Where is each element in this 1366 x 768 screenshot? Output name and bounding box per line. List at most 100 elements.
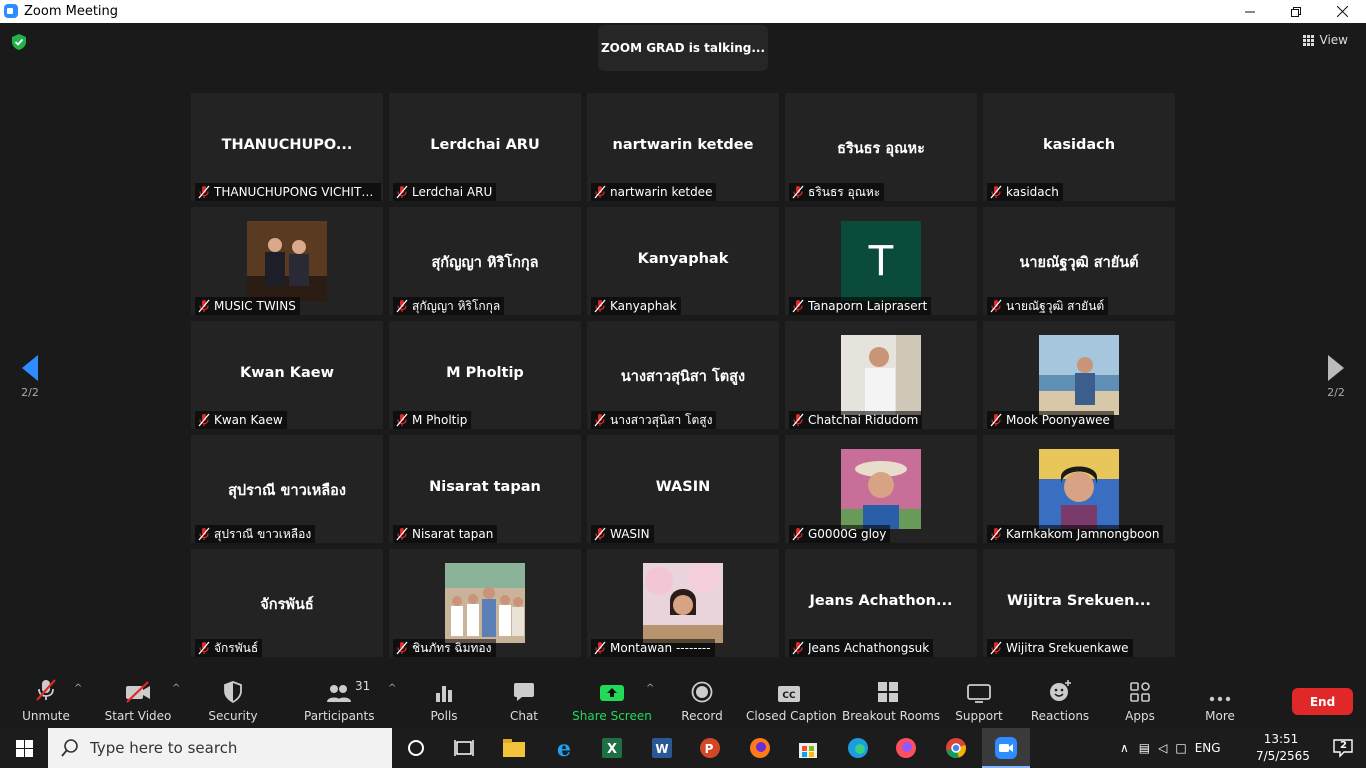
polls-button[interactable]: Polls: [418, 673, 470, 728]
participant-tile[interactable]: ชินภัทร ฉิมทอง: [389, 549, 581, 657]
end-meeting-button[interactable]: End: [1292, 688, 1353, 715]
participant-tile[interactable]: Mook Poonyawee: [983, 321, 1175, 429]
chat-button[interactable]: Chat: [498, 673, 550, 728]
file-explorer-icon[interactable]: [502, 736, 526, 760]
share-options-caret-icon[interactable]: ^: [646, 683, 654, 694]
participant-tile[interactable]: สุปราณี ขาวเหลือง สุปราณี ขาวเหลือง: [191, 435, 383, 543]
svg-text:X: X: [607, 742, 617, 757]
arrow-right-icon: [1328, 355, 1344, 381]
participant-tile[interactable]: Nisarat tapan Nisarat tapan: [389, 435, 581, 543]
cortana-icon[interactable]: [404, 736, 428, 760]
participant-display-name: Lerdchai ARU: [430, 137, 540, 153]
windows-logo-icon: [15, 739, 33, 757]
volume-icon[interactable]: ◁: [1158, 741, 1167, 755]
excel-icon[interactable]: X: [600, 736, 624, 760]
reactions-label: Reactions: [1030, 709, 1090, 723]
participant-tile[interactable]: T Tanaporn Laiprasert: [785, 207, 977, 315]
minimize-button[interactable]: [1227, 0, 1273, 23]
encryption-shield-icon[interactable]: [10, 33, 28, 51]
participant-display-name: Nisarat tapan: [429, 479, 541, 495]
participant-tile[interactable]: นางสาวสุนิสา โตสูง นางสาวสุนิสา โตสูง: [587, 321, 779, 429]
powerpoint-icon[interactable]: P: [698, 736, 722, 760]
breakout-rooms-icon: [878, 682, 898, 702]
participant-tile[interactable]: Montawan --------: [587, 549, 779, 657]
internet-explorer-icon[interactable]: e: [552, 736, 576, 760]
closed-caption-button[interactable]: CC Closed Caption: [746, 673, 836, 728]
participant-name-label: MUSIC TWINS: [195, 297, 300, 315]
next-page-button[interactable]: 2/2: [1306, 353, 1366, 399]
participant-tile[interactable]: WASIN WASIN: [587, 435, 779, 543]
participant-display-name: จักรพันธ์: [260, 597, 314, 613]
unmute-button[interactable]: Unmute: [16, 673, 76, 728]
participant-tile[interactable]: ธรินธร อุณหะ ธรินธร อุณหะ: [785, 93, 977, 201]
participant-tile[interactable]: MUSIC TWINS: [191, 207, 383, 315]
close-button[interactable]: [1319, 0, 1365, 23]
audio-options-caret-icon[interactable]: ^: [74, 683, 82, 694]
participant-tile[interactable]: THANUCHUPO... THANUCHUPONG VICHITP...: [191, 93, 383, 201]
reactions-button[interactable]: Reactions: [1028, 673, 1092, 728]
participant-tile[interactable]: นายณัฐวุฒิ สายันต์ นายณัฐวุฒิ สายันต์: [983, 207, 1175, 315]
participant-name-label: Lerdchai ARU: [393, 183, 497, 201]
edge-icon[interactable]: [846, 736, 870, 760]
participants-button[interactable]: 31 Participants: [304, 673, 375, 728]
restore-button[interactable]: [1273, 0, 1319, 23]
record-icon: [691, 681, 713, 703]
previous-page-button[interactable]: 2/2: [0, 353, 60, 399]
start-button[interactable]: [0, 728, 48, 768]
participant-display-name: Kwan Kaew: [239, 365, 335, 381]
participant-name: MUSIC TWINS: [214, 299, 296, 313]
participant-tile[interactable]: Lerdchai ARU Lerdchai ARU: [389, 93, 581, 201]
participant-tile[interactable]: Kanyaphak Kanyaphak: [587, 207, 779, 315]
chat-bubble-icon: [514, 683, 534, 701]
taskbar-clock[interactable]: 13:51 7/5/2565: [1256, 731, 1310, 765]
tray-overflow-icon[interactable]: ∧: [1120, 741, 1129, 755]
firefox-icon-2[interactable]: [894, 736, 918, 760]
taskbar-search-box[interactable]: Type here to search: [48, 728, 392, 768]
apps-button[interactable]: Apps: [1112, 673, 1168, 728]
participant-tile[interactable]: G0000G gloy: [785, 435, 977, 543]
task-view-icon[interactable]: [452, 736, 476, 760]
word-icon[interactable]: W: [650, 736, 674, 760]
participant-tile[interactable]: Jeans Achathon... Jeans Achathongsuk: [785, 549, 977, 657]
zoom-taskbar-button[interactable]: [982, 728, 1030, 768]
support-button[interactable]: Support: [950, 673, 1008, 728]
participant-tile[interactable]: Kwan Kaew Kwan Kaew: [191, 321, 383, 429]
participant-tile[interactable]: nartwarin ketdee nartwarin ketdee: [587, 93, 779, 201]
share-screen-button[interactable]: Share Screen: [572, 673, 652, 728]
participant-tile[interactable]: Karnkakom Jamnongboon: [983, 435, 1175, 543]
network-icon[interactable]: ▤: [1139, 741, 1150, 755]
participant-name-label: Mook Poonyawee: [987, 411, 1114, 429]
muted-mic-icon: [396, 641, 408, 655]
more-button[interactable]: More: [1194, 673, 1246, 728]
participant-tile[interactable]: สุกัญญา หิริโกกุล สุกัญญา หิริโกกุล: [389, 207, 581, 315]
video-options-caret-icon[interactable]: ^: [172, 683, 180, 694]
participants-label: Participants: [304, 709, 375, 723]
store-icon[interactable]: [796, 736, 820, 760]
participant-display-name: สุปราณี ขาวเหลือง: [228, 483, 346, 499]
participant-tile[interactable]: M Pholtip M Pholtip: [389, 321, 581, 429]
meeting-toolbar: Unmute ^ Start Video ^ Security 31 Parti…: [0, 673, 1366, 728]
participant-name-label: Tanaporn Laiprasert: [789, 297, 932, 315]
participants-caret-icon[interactable]: ^: [388, 683, 396, 694]
start-video-button[interactable]: Start Video: [102, 673, 174, 728]
participants-icon: [327, 685, 351, 702]
firefox-icon[interactable]: [748, 736, 772, 760]
security-button[interactable]: Security: [203, 673, 263, 728]
view-button[interactable]: View: [1302, 33, 1348, 47]
participant-tile[interactable]: จักรพันธ์ จักรพันธ์: [191, 549, 383, 657]
breakout-rooms-button[interactable]: Breakout Rooms: [842, 673, 940, 728]
wifi-icon[interactable]: □: [1175, 741, 1186, 755]
notification-center-button[interactable]: 2: [1332, 738, 1354, 758]
participant-name: Chatchai Ridudom: [808, 413, 919, 427]
participant-tile[interactable]: kasidach kasidach: [983, 93, 1175, 201]
participant-display-name: Wijitra Srekuen...: [1007, 593, 1151, 609]
chrome-icon[interactable]: [944, 736, 968, 760]
record-button[interactable]: Record: [676, 673, 728, 728]
participant-tile[interactable]: Wijitra Srekuen... Wijitra Srekuenkawe: [983, 549, 1175, 657]
support-screen-icon: [967, 684, 991, 703]
muted-mic-icon: [594, 527, 606, 541]
participant-tile[interactable]: Chatchai Ridudom: [785, 321, 977, 429]
language-indicator[interactable]: ENG: [1195, 741, 1221, 755]
mic-muted-icon: [36, 679, 56, 701]
participant-name: Mook Poonyawee: [1006, 413, 1110, 427]
